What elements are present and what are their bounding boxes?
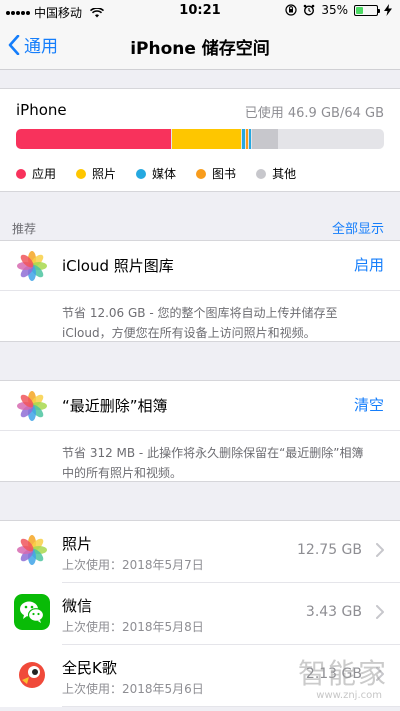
app-last-used: 上次使用：2018年5月7日: [62, 558, 204, 572]
app-name: 全民K歌: [62, 659, 117, 677]
alarm-icon: [304, 4, 315, 16]
app-last-used: 上次使用：2018年5月6日: [62, 682, 204, 696]
app-name: 照片: [62, 535, 93, 553]
battery-percent: 35%: [321, 3, 348, 17]
legend-label: 照片: [92, 167, 117, 181]
legend-label: 媒体: [152, 167, 177, 181]
storage-used-text: 已使用 46.9 GB/64 GB: [244, 106, 384, 121]
legend-dot: [76, 168, 87, 179]
enable-button[interactable]: 启用: [354, 254, 384, 275]
wechat-icon: [14, 594, 50, 630]
page-title: iPhone 储存空间: [130, 39, 270, 59]
legend-item: 图书: [196, 165, 236, 182]
recommendation-description: 节省 12.06 GB - 您的整个图库将自动上传并储存至 iCloud，方便您…: [0, 291, 400, 343]
storage-segment-5: [252, 129, 278, 149]
recommendations-header: 推荐 全部显示: [0, 210, 400, 240]
storage-segment-0: [16, 129, 171, 149]
storage-segment-3: [245, 129, 248, 149]
recommendation-row: “最近删除”相簿 清空: [0, 381, 400, 431]
recommendation-desc-line: iCloud，方便您在所有设备上访问照片和视频。: [62, 326, 316, 340]
kge-icon: [14, 656, 50, 692]
app-size: 12.75 GB: [297, 542, 362, 558]
recommendation-card-recently-deleted: “最近删除”相簿 清空 节省 312 MB - 此操作将永久删除保留在“最近删除…: [0, 380, 400, 482]
photos-icon: [14, 388, 50, 424]
recommendation-row: iCloud 照片图库 启用: [0, 241, 400, 291]
legend-item: 应用: [16, 165, 56, 182]
legend-item: 照片: [76, 165, 116, 182]
recommendation-description: 节省 312 MB - 此操作将永久删除保留在“最近删除”相簿 中的所有照片和视…: [0, 431, 400, 483]
app-size: 3.43 GB: [305, 604, 362, 620]
legend-item: 媒体: [136, 165, 176, 182]
recommendation-desc-line: 节省 12.06 GB - 您的整个图库将自动上传并储存至: [62, 306, 338, 320]
recommendation-desc-line: 节省 312 MB - 此操作将永久删除保留在“最近删除”相簿: [62, 446, 364, 460]
storage-usage-bar: [16, 129, 384, 149]
app-row-photos[interactable]: 照片 上次使用：2018年5月7日 12.75 GB: [0, 521, 400, 583]
recommendation-title: iCloud 照片图库: [62, 257, 174, 275]
legend-dot: [256, 168, 267, 179]
legend-item: 其他: [256, 165, 296, 182]
battery-level: [356, 6, 363, 14]
app-row-wechat[interactable]: 微信 上次使用：2018年5月8日 3.43 GB: [0, 583, 400, 645]
app-last-used: 上次使用：2018年5月8日: [62, 620, 204, 634]
device-name: iPhone: [16, 101, 67, 119]
chevron-right-icon: [376, 543, 384, 557]
status-bar: 中国移动 10:21 35%: [0, 0, 400, 22]
storage-segment-2: [242, 129, 245, 149]
app-name: 微信: [62, 597, 93, 615]
orientation-lock-icon: [285, 4, 297, 16]
empty-button[interactable]: 清空: [354, 394, 384, 415]
watermark-url: www.znj.com: [316, 690, 382, 701]
recommendation-card-icloud: iCloud 照片图库 启用 节省 12.06 GB - 您的整个图库将自动上传…: [0, 240, 400, 342]
legend-dot: [16, 168, 26, 179]
charging-icon: [384, 4, 392, 16]
recommendation-title: “最近删除”相簿: [62, 397, 168, 415]
legend-dot: [136, 168, 147, 179]
status-right: 35%: [285, 3, 392, 17]
storage-legend: 应用 照片 媒体 图书 其他: [16, 165, 296, 182]
photos-icon: [14, 532, 50, 568]
battery-icon: [354, 4, 380, 16]
show-all-link[interactable]: 全部显示: [332, 218, 384, 237]
storage-segment-4: [248, 129, 252, 149]
legend-dot: [196, 168, 207, 179]
watermark-logo: 智能家: [297, 657, 388, 690]
recommendations-title: 推荐: [12, 222, 37, 236]
storage-segment-1: [171, 129, 242, 149]
storage-summary: iPhone 已使用 46.9 GB/64 GB 应用 照片 媒体 图书 其他: [0, 88, 400, 192]
legend-label: 其他: [272, 167, 297, 181]
legend-label: 图书: [212, 167, 237, 181]
recommendation-desc-line: 中的所有照片和视频。: [62, 466, 183, 480]
chevron-right-icon: [376, 605, 384, 619]
photos-icon: [14, 248, 50, 284]
legend-label: 应用: [32, 167, 57, 181]
navigation-bar: 通用 iPhone 储存空间: [0, 22, 400, 70]
